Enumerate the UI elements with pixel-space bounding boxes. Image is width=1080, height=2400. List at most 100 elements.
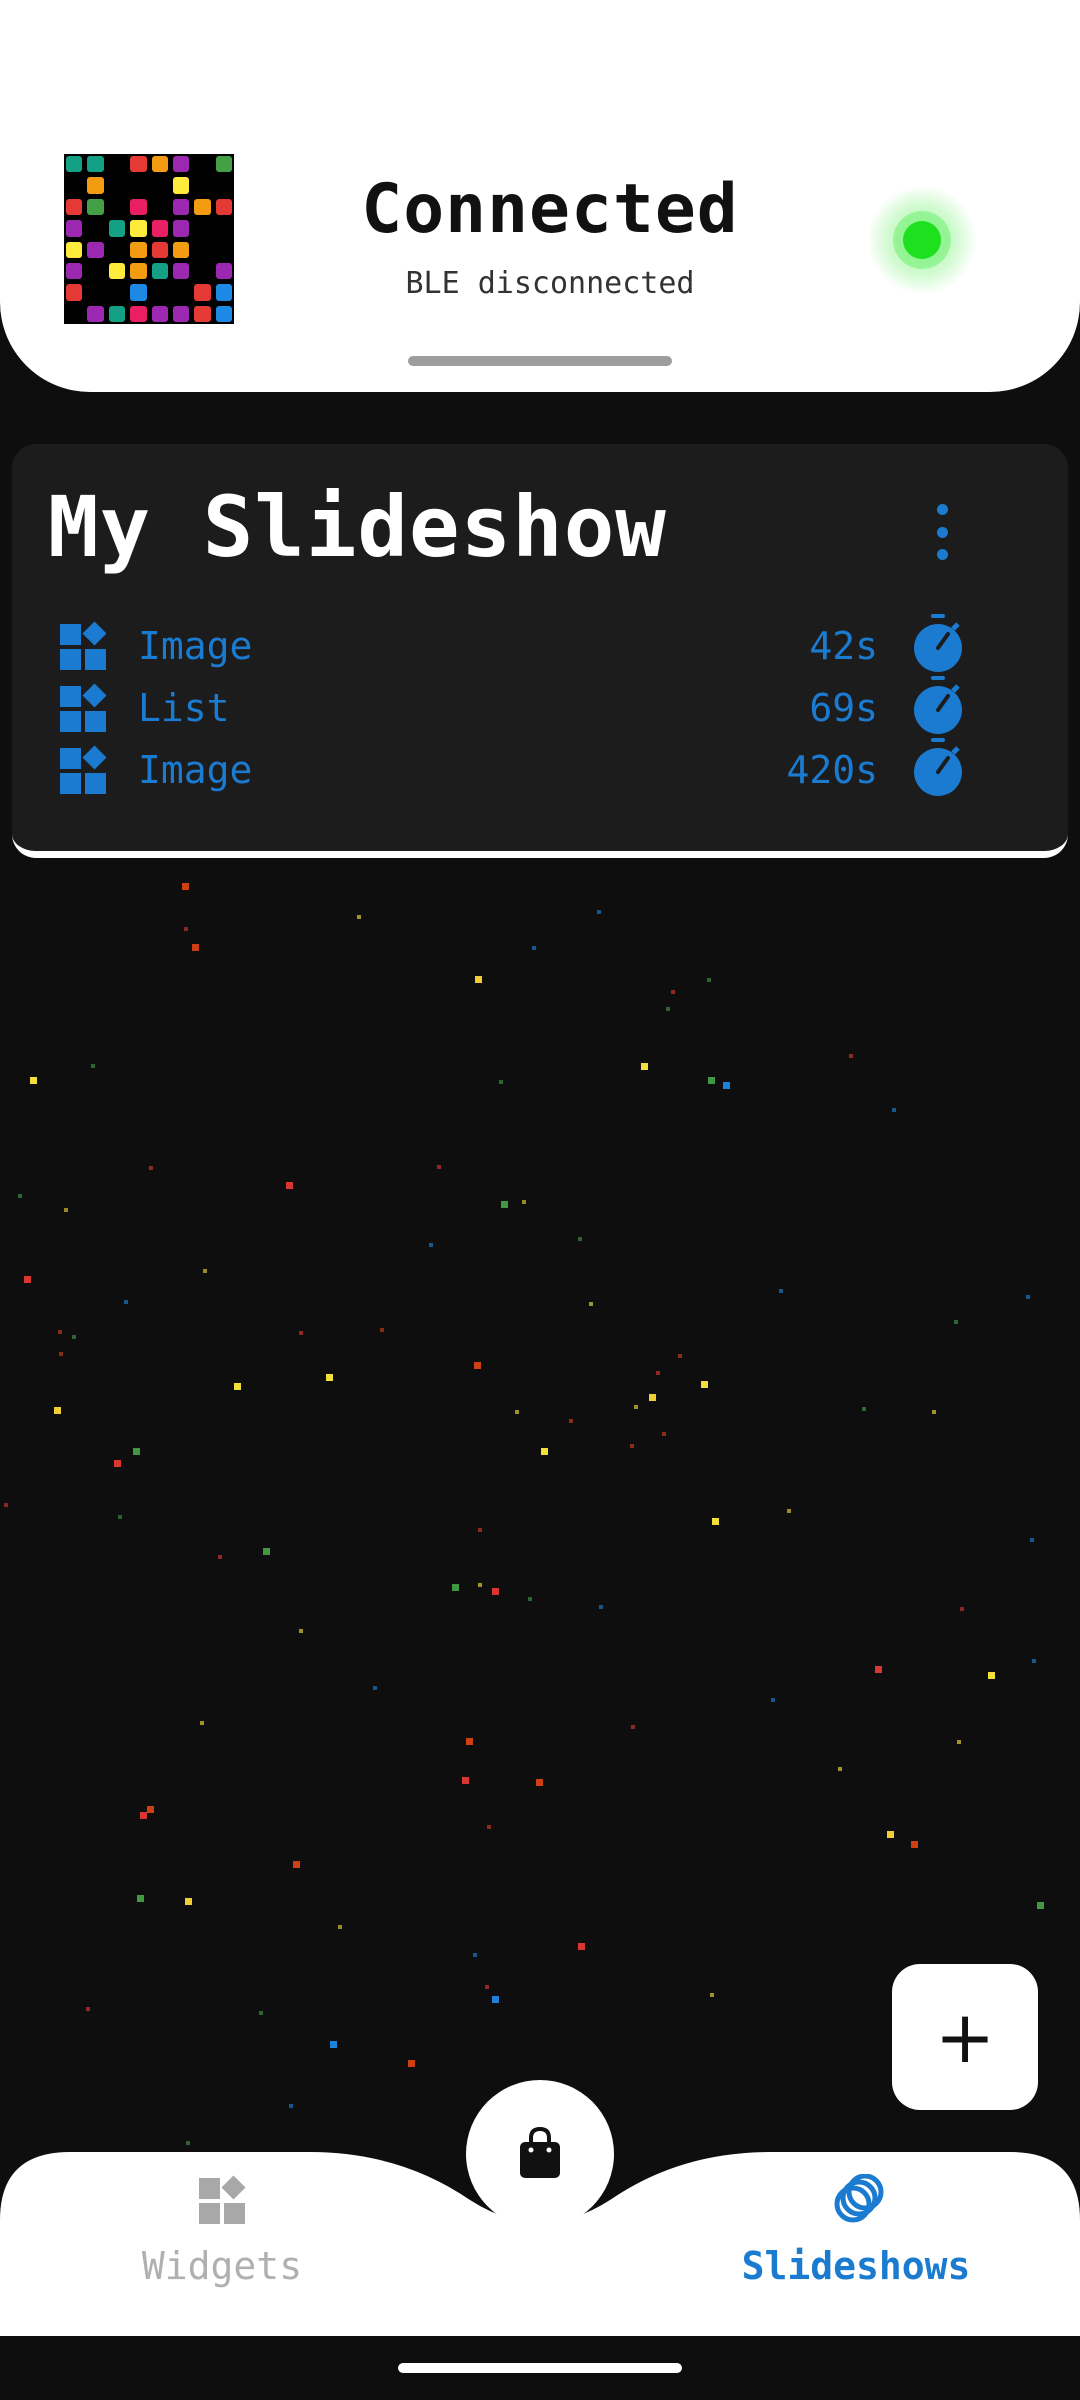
slide-item[interactable]: Image 420s <box>58 738 1018 796</box>
star-dot <box>299 1629 303 1633</box>
matrix-pixel <box>194 156 211 173</box>
star-dot <box>1032 1659 1036 1663</box>
status-dot-icon <box>903 221 941 259</box>
widgets-icon <box>199 2175 246 2224</box>
star-dot <box>478 1528 482 1532</box>
slide-type-label: Image <box>138 624 253 668</box>
matrix-display-logo <box>64 154 234 324</box>
nav-tab-slideshows[interactable]: Slideshows <box>736 2174 976 2294</box>
matrix-pixel <box>215 262 232 280</box>
matrix-pixel <box>215 241 232 258</box>
slideshow-card[interactable]: My Slideshow Image 42s List 69s Image 42… <box>12 444 1068 858</box>
matrix-pixel <box>87 284 104 301</box>
star-dot <box>485 1985 489 1989</box>
matrix-pixel <box>172 198 190 216</box>
matrix-pixel <box>194 305 211 322</box>
matrix-pixel <box>130 305 147 322</box>
star-dot <box>203 1269 207 1273</box>
slideshow-title: My Slideshow <box>48 478 667 576</box>
star-dot <box>707 978 711 982</box>
star-dot <box>140 1812 147 1819</box>
star-dot <box>326 1374 333 1381</box>
matrix-pixel <box>108 305 126 322</box>
slide-item[interactable]: List 69s <box>58 676 1018 734</box>
matrix-pixel <box>194 198 211 216</box>
matrix-pixel <box>151 156 168 173</box>
matrix-pixel <box>108 262 126 280</box>
star-dot <box>499 1080 503 1084</box>
matrix-pixel <box>215 156 232 173</box>
timer-icon[interactable] <box>912 738 964 798</box>
nav-label-widgets: Widgets <box>141 2244 303 2288</box>
star-dot <box>569 1419 573 1423</box>
star-dot <box>137 1895 144 1902</box>
matrix-pixel <box>66 198 83 216</box>
slide-duration: 69s <box>809 686 878 730</box>
star-dot <box>597 910 601 914</box>
matrix-pixel <box>66 241 83 258</box>
matrix-pixel <box>130 198 147 216</box>
matrix-pixel <box>215 177 232 194</box>
matrix-pixel <box>130 177 147 194</box>
slide-duration: 420s <box>786 748 878 792</box>
widgets-icon <box>60 745 107 794</box>
matrix-pixel <box>151 198 168 216</box>
star-dot <box>875 1666 882 1673</box>
slide-item[interactable]: Image 42s <box>58 614 1018 672</box>
star-dot <box>286 1182 293 1189</box>
star-dot <box>1037 1902 1044 1909</box>
star-dot <box>30 1077 37 1084</box>
timer-icon[interactable] <box>912 614 964 674</box>
header-drag-handle[interactable] <box>408 356 672 366</box>
star-dot <box>932 1410 936 1414</box>
star-dot <box>59 1352 63 1356</box>
slide-duration: 42s <box>809 624 878 668</box>
star-dot <box>954 1320 958 1324</box>
star-dot <box>849 1054 853 1058</box>
matrix-pixel <box>172 177 190 194</box>
star-dot <box>408 2060 415 2067</box>
matrix-pixel <box>87 305 104 322</box>
matrix-pixel <box>151 177 168 194</box>
star-dot <box>299 1331 303 1335</box>
star-dot <box>64 1208 68 1212</box>
star-dot <box>91 1064 95 1068</box>
star-dot <box>541 1448 548 1455</box>
star-dot <box>54 1407 61 1414</box>
star-dot <box>536 1779 543 1786</box>
star-dot <box>380 1328 384 1332</box>
add-slideshow-button[interactable]: + <box>892 1964 1038 2110</box>
star-dot <box>492 1588 499 1595</box>
matrix-pixel <box>130 284 147 301</box>
shop-button[interactable] <box>466 2080 614 2228</box>
star-dot <box>708 1077 715 1084</box>
star-dot <box>293 1861 300 1868</box>
timer-icon[interactable] <box>912 676 964 736</box>
star-dot <box>373 1686 377 1690</box>
matrix-pixel <box>66 177 83 194</box>
star-dot <box>666 1007 670 1011</box>
star-dot <box>522 1200 526 1204</box>
status-indicator <box>868 186 976 294</box>
star-dot <box>184 927 188 931</box>
star-dot <box>58 1330 62 1334</box>
matrix-pixel <box>215 220 232 237</box>
connection-header[interactable]: Connected BLE disconnected <box>0 0 1080 392</box>
shopping-bag-icon <box>520 2126 560 2178</box>
star-dot <box>475 976 482 983</box>
app-screen: Connected BLE disconnected My Slideshow … <box>0 0 1080 2400</box>
star-dot <box>149 1166 153 1170</box>
slideshows-icon <box>834 2174 884 2223</box>
star-dot <box>678 1354 682 1358</box>
star-dot <box>662 1432 666 1436</box>
star-dot <box>528 1597 532 1601</box>
matrix-pixel <box>66 284 83 301</box>
star-dot <box>960 1607 964 1611</box>
matrix-pixel <box>66 305 83 322</box>
more-vert-icon[interactable] <box>930 504 954 560</box>
matrix-pixel <box>108 284 126 301</box>
matrix-pixel <box>87 156 104 173</box>
home-indicator[interactable] <box>398 2363 682 2373</box>
nav-tab-widgets[interactable]: Widgets <box>102 2174 342 2294</box>
matrix-pixel <box>194 220 211 237</box>
